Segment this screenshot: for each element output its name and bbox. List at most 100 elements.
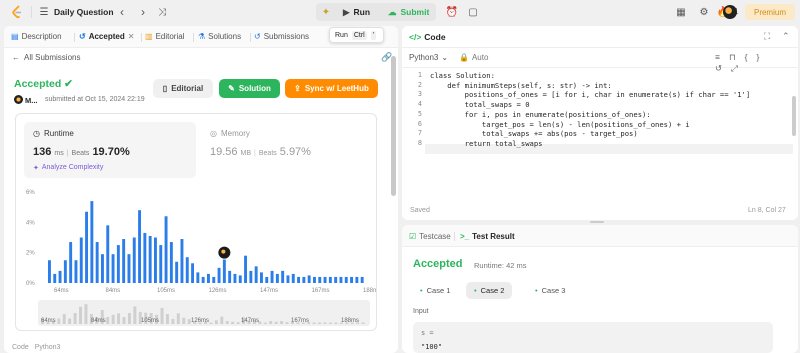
- chart-bar[interactable]: [275, 273, 279, 283]
- chart-bar[interactable]: [297, 276, 301, 283]
- chart-bar[interactable]: [339, 276, 343, 283]
- chart-bar[interactable]: [90, 201, 94, 283]
- braces-icon[interactable]: {}: [745, 52, 769, 62]
- maximize-icon[interactable]: ⛶: [764, 31, 770, 42]
- chart-bar[interactable]: [111, 254, 115, 283]
- chart-bar[interactable]: [58, 270, 62, 283]
- runtime-range-slider[interactable]: 64ms 84ms 105ms 126ms 147ms 167ms 188ms: [38, 300, 370, 326]
- chart-bar[interactable]: [175, 261, 179, 283]
- chart-bar[interactable]: [238, 275, 242, 283]
- chart-bar[interactable]: [185, 257, 189, 283]
- problem-list-title[interactable]: Daily Question: [54, 7, 114, 17]
- chart-bar[interactable]: [355, 276, 359, 283]
- case-tab[interactable]: • Case 3: [527, 282, 573, 299]
- code-line[interactable]: return total_swaps: [430, 139, 543, 148]
- chart-bar[interactable]: [318, 276, 322, 283]
- shuffle-icon[interactable]: ⤨: [156, 5, 168, 19]
- chart-bar[interactable]: [328, 276, 332, 283]
- chart-bar[interactable]: [116, 245, 120, 283]
- timer-icon[interactable]: ⏰: [446, 5, 458, 19]
- debug-icon[interactable]: ✦: [320, 5, 332, 19]
- resize-handle[interactable]: [590, 221, 604, 223]
- chart-bar[interactable]: [79, 237, 83, 284]
- chart-bar[interactable]: [334, 276, 338, 283]
- layout-grid-icon[interactable]: ▦: [675, 5, 687, 19]
- chart-bar[interactable]: [270, 270, 274, 283]
- chart-bar[interactable]: [350, 276, 354, 283]
- user-avatar[interactable]: [723, 5, 737, 19]
- bookmark-icon[interactable]: ⊓: [729, 52, 745, 62]
- collapse-icon[interactable]: ⌃: [782, 31, 790, 42]
- chart-bar[interactable]: [48, 260, 51, 283]
- chart-bar[interactable]: [180, 239, 184, 283]
- sync-leethub-button[interactable]: ⇪ Sync w/ LeetHub: [285, 79, 378, 98]
- premium-button[interactable]: Premium: [745, 4, 795, 20]
- chart-bar[interactable]: [360, 276, 364, 283]
- chart-bar[interactable]: [95, 242, 99, 283]
- chart-bar[interactable]: [148, 235, 152, 283]
- chart-bar[interactable]: [132, 237, 136, 284]
- chart-bar[interactable]: [249, 270, 253, 283]
- chart-bar[interactable]: [265, 276, 269, 283]
- chart-bar[interactable]: [143, 232, 147, 283]
- chart-bar[interactable]: [281, 270, 285, 283]
- chart-bar[interactable]: [169, 242, 173, 283]
- chart-bar[interactable]: [53, 273, 57, 283]
- chart-bar[interactable]: [122, 239, 126, 283]
- chart-bar[interactable]: [286, 275, 290, 283]
- chart-bar[interactable]: [63, 260, 67, 283]
- chart-bar[interactable]: [164, 216, 168, 283]
- chevron-left-icon[interactable]: ‹: [117, 5, 127, 19]
- tab-accepted[interactable]: ↺ Accepted ✕: [79, 32, 134, 41]
- chart-bar[interactable]: [127, 254, 131, 283]
- chart-bar[interactable]: [307, 275, 311, 283]
- settings-gear-icon[interactable]: ⚙: [698, 5, 710, 19]
- scrollbar[interactable]: [391, 56, 396, 196]
- editorial-button[interactable]: ▯ Editorial: [153, 79, 213, 98]
- code-line[interactable]: for i, pos in enumerate(positions_of_one…: [430, 110, 651, 119]
- runtime-distribution-chart[interactable]: 6% 4% 2% 0% 64ms 84ms 105ms 126ms 147ms 167ms 188m…: [16, 182, 376, 294]
- chart-bar[interactable]: [207, 273, 210, 283]
- notes-icon[interactable]: ▢: [467, 5, 479, 19]
- code-line[interactable]: def minimumSteps(self, s: str) -> int:: [430, 81, 611, 90]
- chart-bar[interactable]: [254, 266, 258, 283]
- editor-scrollbar[interactable]: [792, 96, 796, 136]
- leetcode-logo-icon[interactable]: [10, 5, 24, 19]
- chart-bar[interactable]: [313, 276, 316, 283]
- chart-bar[interactable]: [228, 270, 232, 283]
- analyze-complexity-link[interactable]: ✦ Analyze Complexity: [33, 164, 103, 172]
- chart-bar[interactable]: [106, 225, 110, 283]
- tab-editorial[interactable]: ▥ Editorial: [145, 32, 184, 41]
- memory-header[interactable]: ◎ Memory: [210, 129, 250, 138]
- case-tab[interactable]: • Case 1: [412, 282, 458, 299]
- chart-bar[interactable]: [154, 237, 157, 284]
- code-line[interactable]: total_swaps = 0: [430, 100, 530, 109]
- chart-bar[interactable]: [217, 267, 221, 283]
- chart-bar[interactable]: [159, 245, 163, 283]
- chart-bar[interactable]: [196, 272, 200, 283]
- solution-button[interactable]: ✎ Solution: [219, 79, 280, 98]
- chart-bar[interactable]: [323, 276, 327, 283]
- language-select[interactable]: Python3 ⌄: [409, 53, 448, 62]
- username[interactable]: M...: [25, 96, 38, 105]
- chart-bar[interactable]: [260, 272, 263, 283]
- chart-bar[interactable]: [201, 276, 205, 283]
- code-line[interactable]: total_swaps += abs(pos - target_pos): [430, 129, 638, 138]
- code-line[interactable]: positions_of_ones = [i for i, char in en…: [430, 90, 751, 99]
- chart-bar[interactable]: [233, 273, 237, 283]
- chart-bar[interactable]: [344, 276, 348, 283]
- reset-icon[interactable]: ↺: [715, 63, 731, 73]
- chevron-right-icon[interactable]: ›: [138, 5, 148, 19]
- tab-test-result[interactable]: >_ Test Result: [460, 232, 515, 241]
- format-icon[interactable]: ≡: [715, 52, 729, 62]
- chart-bar[interactable]: [291, 273, 295, 283]
- auto-mode[interactable]: 🔒 Auto: [459, 53, 488, 62]
- chart-bar[interactable]: [244, 255, 248, 283]
- case-tab[interactable]: • Case 2: [466, 282, 513, 299]
- tab-description[interactable]: ▤ Description: [11, 32, 62, 41]
- chart-bar[interactable]: [85, 211, 89, 283]
- problem-list-icon[interactable]: ☰: [38, 5, 50, 19]
- chart-bar[interactable]: [138, 210, 142, 283]
- run-button[interactable]: ▶ Run: [343, 3, 370, 21]
- tab-solutions[interactable]: ⚗ Solutions: [198, 32, 241, 41]
